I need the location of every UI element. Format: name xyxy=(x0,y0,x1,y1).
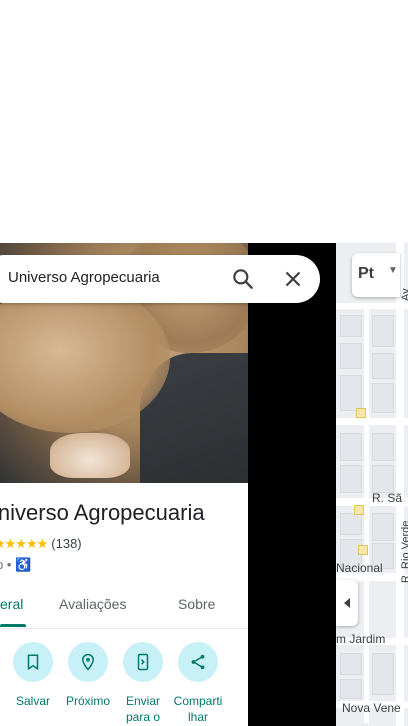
share-label: Comparti lhar xyxy=(173,694,223,724)
search-box[interactable]: Universo Agropecuaria xyxy=(0,255,320,303)
search-input[interactable]: Universo Agropecuaria xyxy=(8,269,160,286)
map-canvas[interactable]: R. Sã Nacional m Jardim Nova Vene R. Rio… xyxy=(336,243,408,726)
nearby-icon xyxy=(68,642,108,682)
map-type-label: Pt xyxy=(358,265,374,282)
separator-dot: • xyxy=(6,557,12,572)
save-label: Salvar xyxy=(15,694,50,708)
map-poi-marker[interactable] xyxy=(356,408,366,418)
share-icon xyxy=(178,642,218,682)
map-area-label: m Jardim xyxy=(336,632,386,646)
search-icon[interactable] xyxy=(230,266,256,292)
category-text: p xyxy=(0,557,3,572)
map-type-button[interactable]: Pt ▼ xyxy=(352,253,400,297)
panel-shadow-edge xyxy=(248,243,336,726)
place-tabs: eral Avaliações Sobre xyxy=(0,584,248,629)
send-to-phone-button[interactable]: Enviar para o xyxy=(115,642,171,725)
map-poi-marker[interactable] xyxy=(358,545,368,555)
blank-area xyxy=(0,0,408,243)
map-area-label: Nova Vene xyxy=(342,701,401,715)
collapse-panel-button[interactable] xyxy=(336,580,358,626)
map-street-label-vertical: R. Rio Verde xyxy=(400,520,408,583)
close-icon[interactable] xyxy=(280,266,306,292)
share-button[interactable]: Comparti lhar xyxy=(170,642,226,725)
chevron-down-icon: ▼ xyxy=(388,265,398,276)
map-poi-marker[interactable] xyxy=(354,505,364,515)
tab-reviews[interactable]: Avaliações xyxy=(59,596,126,612)
nearby-button[interactable]: Próximo xyxy=(60,642,116,709)
map-area-label: Nacional xyxy=(336,561,383,575)
save-button[interactable]: Salvar xyxy=(5,642,61,709)
map-street-label: R. Sã xyxy=(372,491,403,505)
send-to-phone-label: Enviar para o xyxy=(125,694,161,724)
tab-overview[interactable]: eral xyxy=(0,596,23,612)
chevron-left-icon xyxy=(344,598,350,608)
active-tab-indicator xyxy=(0,624,26,627)
category-row: p • ♿ xyxy=(0,557,31,573)
nearby-label: Próximo xyxy=(65,694,110,708)
bookmark-icon xyxy=(13,642,53,682)
map-street-label-vertical: Av xyxy=(400,288,408,301)
star-rating-icon: ★★★★★ xyxy=(0,536,48,551)
review-count[interactable]: (138) xyxy=(51,536,81,551)
wheelchair-icon: ♿ xyxy=(15,557,32,572)
tab-about[interactable]: Sobre xyxy=(178,596,215,612)
place-title: Universo Agropecuaria xyxy=(0,500,205,525)
send-to-phone-icon xyxy=(123,642,163,682)
rating-row[interactable]: ★★★★★(138) xyxy=(0,536,82,552)
action-buttons: Salvar Próximo Enviar para o Comparti lh… xyxy=(0,640,248,726)
